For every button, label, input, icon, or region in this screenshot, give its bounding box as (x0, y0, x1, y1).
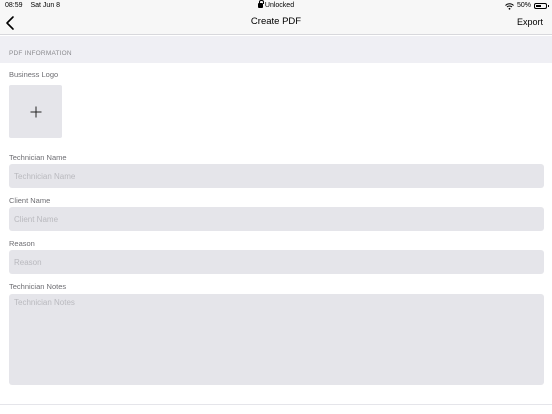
technician-name-input[interactable] (9, 164, 544, 188)
status-center: Unlocked (0, 0, 552, 12)
wifi-icon (505, 2, 514, 10)
status-lock-text: Unlocked (264, 2, 295, 9)
battery-percent: 50% (516, 2, 531, 9)
technician-notes-input[interactable] (9, 294, 544, 385)
battery-tip (548, 5, 549, 7)
section-header: PDF INFORMATION (0, 36, 552, 63)
reason-label: Reason (9, 239, 35, 248)
export-button[interactable]: Export (517, 17, 543, 27)
nav-bar: Create PDF Export (0, 12, 552, 35)
reason-input[interactable] (9, 250, 544, 274)
technician-notes-label: Technician Notes (9, 282, 67, 291)
plus-icon (30, 106, 41, 117)
status-right: 50% (505, 0, 549, 12)
client-name-input[interactable] (9, 207, 544, 231)
section-header-label: PDF INFORMATION (9, 50, 72, 57)
page-title: Create PDF (250, 16, 302, 27)
battery-icon (534, 3, 549, 9)
battery-fill (536, 5, 541, 7)
business-logo-label: Business Logo (9, 70, 59, 79)
technician-name-label: Technician Name (9, 153, 67, 162)
status-bar: 08:59 Sat Jun 8 Unlocked 50% (0, 0, 552, 12)
lock-icon (257, 0, 264, 8)
bottom-divider (0, 404, 552, 405)
client-name-label: Client Name (9, 196, 51, 205)
add-logo-button[interactable] (9, 85, 62, 138)
